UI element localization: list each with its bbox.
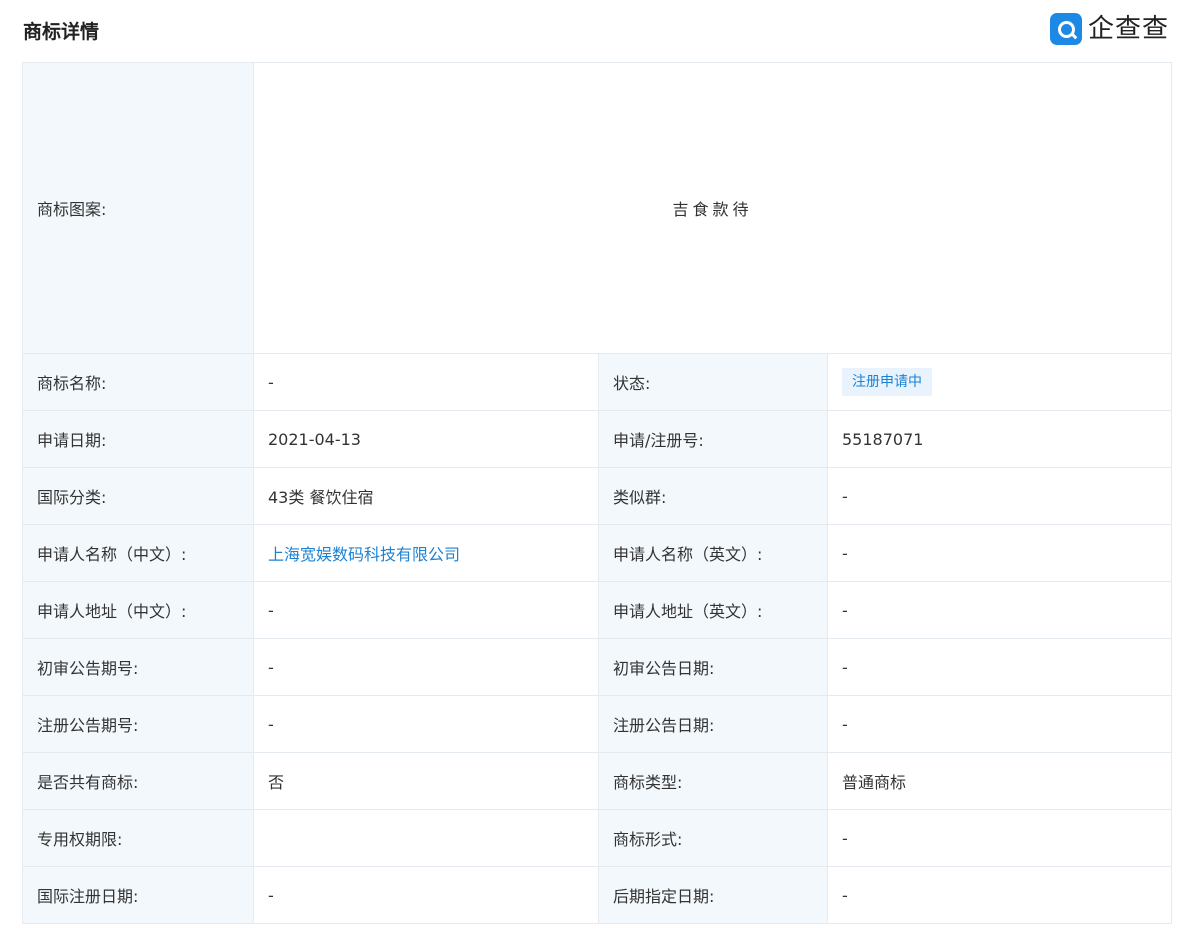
field-label: 申请人名称（英文）: [598,524,828,582]
international-class-value: 43类 餐饮住宿 [253,467,599,525]
table-row: 注册公告期号: - 注册公告日期: - [22,695,1173,753]
field-label: 类似群: [598,467,828,525]
shared-trademark-value: 否 [253,752,599,810]
field-label: 是否共有商标: [22,752,254,810]
trademark-image-label: 商标图案: [22,62,254,354]
field-label: 国际注册日期: [22,866,254,924]
applicant-address-en-value: - [826,581,1173,639]
registration-number-value: 55187071 [826,410,1173,468]
reg-issue-number-value: - [253,695,599,753]
field-label: 后期指定日期: [598,866,828,924]
trademark-form-value: - [826,809,1173,867]
exclusive-right-period-value [253,809,599,867]
trademark-detail-table: 商标图案: 吉食款待 商标名称: - 状态: 注册申请中 申请日期: 2021-… [22,62,1173,924]
field-label: 商标类型: [598,752,828,810]
applicant-address-cn-value: - [253,581,599,639]
table-row: 是否共有商标: 否 商标类型: 普通商标 [22,752,1173,810]
field-label: 国际分类: [22,467,254,525]
field-label: 申请/注册号: [598,410,828,468]
trademark-image: 吉食款待 [252,62,1173,354]
trademark-image-row: 商标图案: 吉食款待 [22,62,1173,354]
field-label: 申请人名称（中文）: [22,524,254,582]
table-row: 国际分类: 43类 餐饮住宿 类似群: - [22,467,1173,525]
field-label: 初审公告日期: [598,638,828,696]
applicant-name-cn-cell: 上海宽娱数码科技有限公司 [253,524,599,582]
table-row: 申请人地址（中文）: - 申请人地址（英文）: - [22,581,1173,639]
prelim-issue-date-value: - [826,638,1173,696]
field-label: 初审公告期号: [22,638,254,696]
field-label: 专用权期限: [22,809,254,867]
field-label: 申请日期: [22,410,254,468]
field-label: 申请人地址（英文）: [598,581,828,639]
field-label: 申请人地址（中文）: [22,581,254,639]
page-title: 商标详情 [23,21,100,43]
status-cell: 注册申请中 [826,353,1173,411]
table-row: 申请人名称（中文）: 上海宽娱数码科技有限公司 申请人名称（英文）: - [22,524,1173,582]
qichacha-logo-icon [1050,13,1082,45]
brand-logo[interactable]: 企查查 [1050,12,1169,46]
applicant-company-link[interactable]: 上海宽娱数码科技有限公司 [268,545,460,564]
logo-text: 企查查 [1088,14,1170,44]
field-label: 注册公告日期: [598,695,828,753]
status-badge: 注册申请中 [842,368,932,396]
application-date-value: 2021-04-13 [253,410,599,468]
subsequent-designation-date-value: - [826,866,1173,924]
applicant-name-en-value: - [826,524,1173,582]
table-row: 商标名称: - 状态: 注册申请中 [22,353,1173,411]
trademark-type-value: 普通商标 [826,752,1173,810]
table-row: 申请日期: 2021-04-13 申请/注册号: 55187071 [22,410,1173,468]
similar-group-value: - [826,467,1173,525]
field-label: 注册公告期号: [22,695,254,753]
reg-issue-date-value: - [826,695,1173,753]
field-label: 商标名称: [22,353,254,411]
field-label: 商标形式: [598,809,828,867]
table-row: 国际注册日期: - 后期指定日期: - [22,866,1173,924]
trademark-name-value: - [253,353,599,411]
field-label: 状态: [598,353,828,411]
table-row: 初审公告期号: - 初审公告日期: - [22,638,1173,696]
intl-registration-date-value: - [253,866,599,924]
prelim-issue-number-value: - [253,638,599,696]
table-row: 专用权期限: 商标形式: - [22,809,1173,867]
